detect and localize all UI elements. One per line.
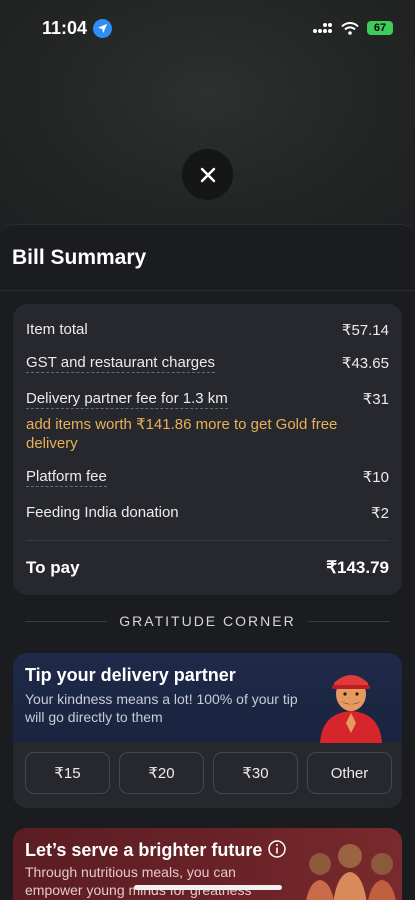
- platform-fee-label[interactable]: Platform fee: [26, 468, 107, 487]
- battery-indicator: 67: [367, 21, 393, 35]
- children-photo: [306, 844, 396, 900]
- status-icons: 67: [313, 21, 393, 35]
- wifi-icon: [341, 21, 359, 35]
- tip-option-15[interactable]: ₹15: [25, 752, 110, 794]
- tip-options: ₹15 ₹20 ₹30 Other: [25, 752, 392, 794]
- tip-option-20[interactable]: ₹20: [119, 752, 204, 794]
- donation-row: Feeding India donation ₹2: [26, 504, 389, 522]
- clock-label: 11:04: [42, 17, 88, 38]
- close-button[interactable]: [182, 149, 233, 200]
- bill-card: Item total ₹57.14 GST and restaurant cha…: [13, 304, 402, 595]
- item-total-value: ₹57.14: [341, 322, 389, 339]
- donation-label: Feeding India donation: [26, 504, 179, 521]
- platform-fee-value: ₹10: [362, 469, 389, 486]
- close-icon: [200, 167, 215, 182]
- tip-option-30[interactable]: ₹30: [213, 752, 298, 794]
- feeding-title: Let’s serve a brighter future: [25, 840, 263, 860]
- status-time: 11:04: [42, 17, 113, 39]
- delivery-fee-row[interactable]: Delivery partner fee for 1.3 km ₹31: [26, 390, 389, 409]
- delivery-fee-value: ₹31: [362, 391, 389, 408]
- to-pay-label: To pay: [26, 558, 80, 577]
- platform-fee-row[interactable]: Platform fee ₹10: [26, 468, 389, 487]
- tip-option-other[interactable]: Other: [307, 752, 392, 794]
- gst-row[interactable]: GST and restaurant charges ₹43.65: [26, 354, 389, 373]
- sheet-header: Bill Summary: [0, 225, 415, 291]
- divider: [25, 620, 108, 622]
- divider: [26, 540, 389, 541]
- gratitude-corner-heading: GRATITUDE CORNER: [25, 613, 391, 629]
- gold-delivery-note: add items worth ₹141.86 more to get Gold…: [26, 416, 338, 452]
- tip-title: Tip your delivery partner: [25, 665, 236, 685]
- location-arrow-icon: [93, 18, 113, 38]
- home-indicator[interactable]: [134, 885, 282, 890]
- to-pay-value: ₹143.79: [326, 558, 389, 577]
- tip-banner: Tip your delivery partner Your kindness …: [13, 653, 402, 743]
- item-total-label: Item total: [26, 321, 88, 338]
- gst-value: ₹43.65: [341, 355, 389, 372]
- divider: [307, 620, 391, 622]
- gratitude-corner-label: GRATITUDE CORNER: [119, 613, 296, 629]
- delivery-partner-illustration: [320, 675, 382, 743]
- info-icon[interactable]: [268, 840, 286, 858]
- tip-card: Tip your delivery partner Your kindness …: [13, 653, 402, 808]
- status-bar: 11:04 67: [0, 0, 415, 56]
- to-pay-row: To pay ₹143.79: [26, 558, 389, 578]
- gst-label[interactable]: GST and restaurant charges: [26, 354, 215, 373]
- feeding-subtitle: Through nutritious meals, you can empowe…: [25, 864, 252, 898]
- cellular-signal-icon: [313, 23, 332, 33]
- page-title: Bill Summary: [12, 245, 147, 269]
- tip-subtitle: Your kindness means a lot! 100% of your …: [25, 691, 298, 725]
- delivery-fee-label[interactable]: Delivery partner fee for 1.3 km: [26, 390, 228, 409]
- donation-value: ₹2: [371, 505, 389, 522]
- bill-summary-sheet: Bill Summary Item total ₹57.14 GST and r…: [0, 224, 415, 900]
- item-total-row: Item total ₹57.14: [26, 321, 389, 339]
